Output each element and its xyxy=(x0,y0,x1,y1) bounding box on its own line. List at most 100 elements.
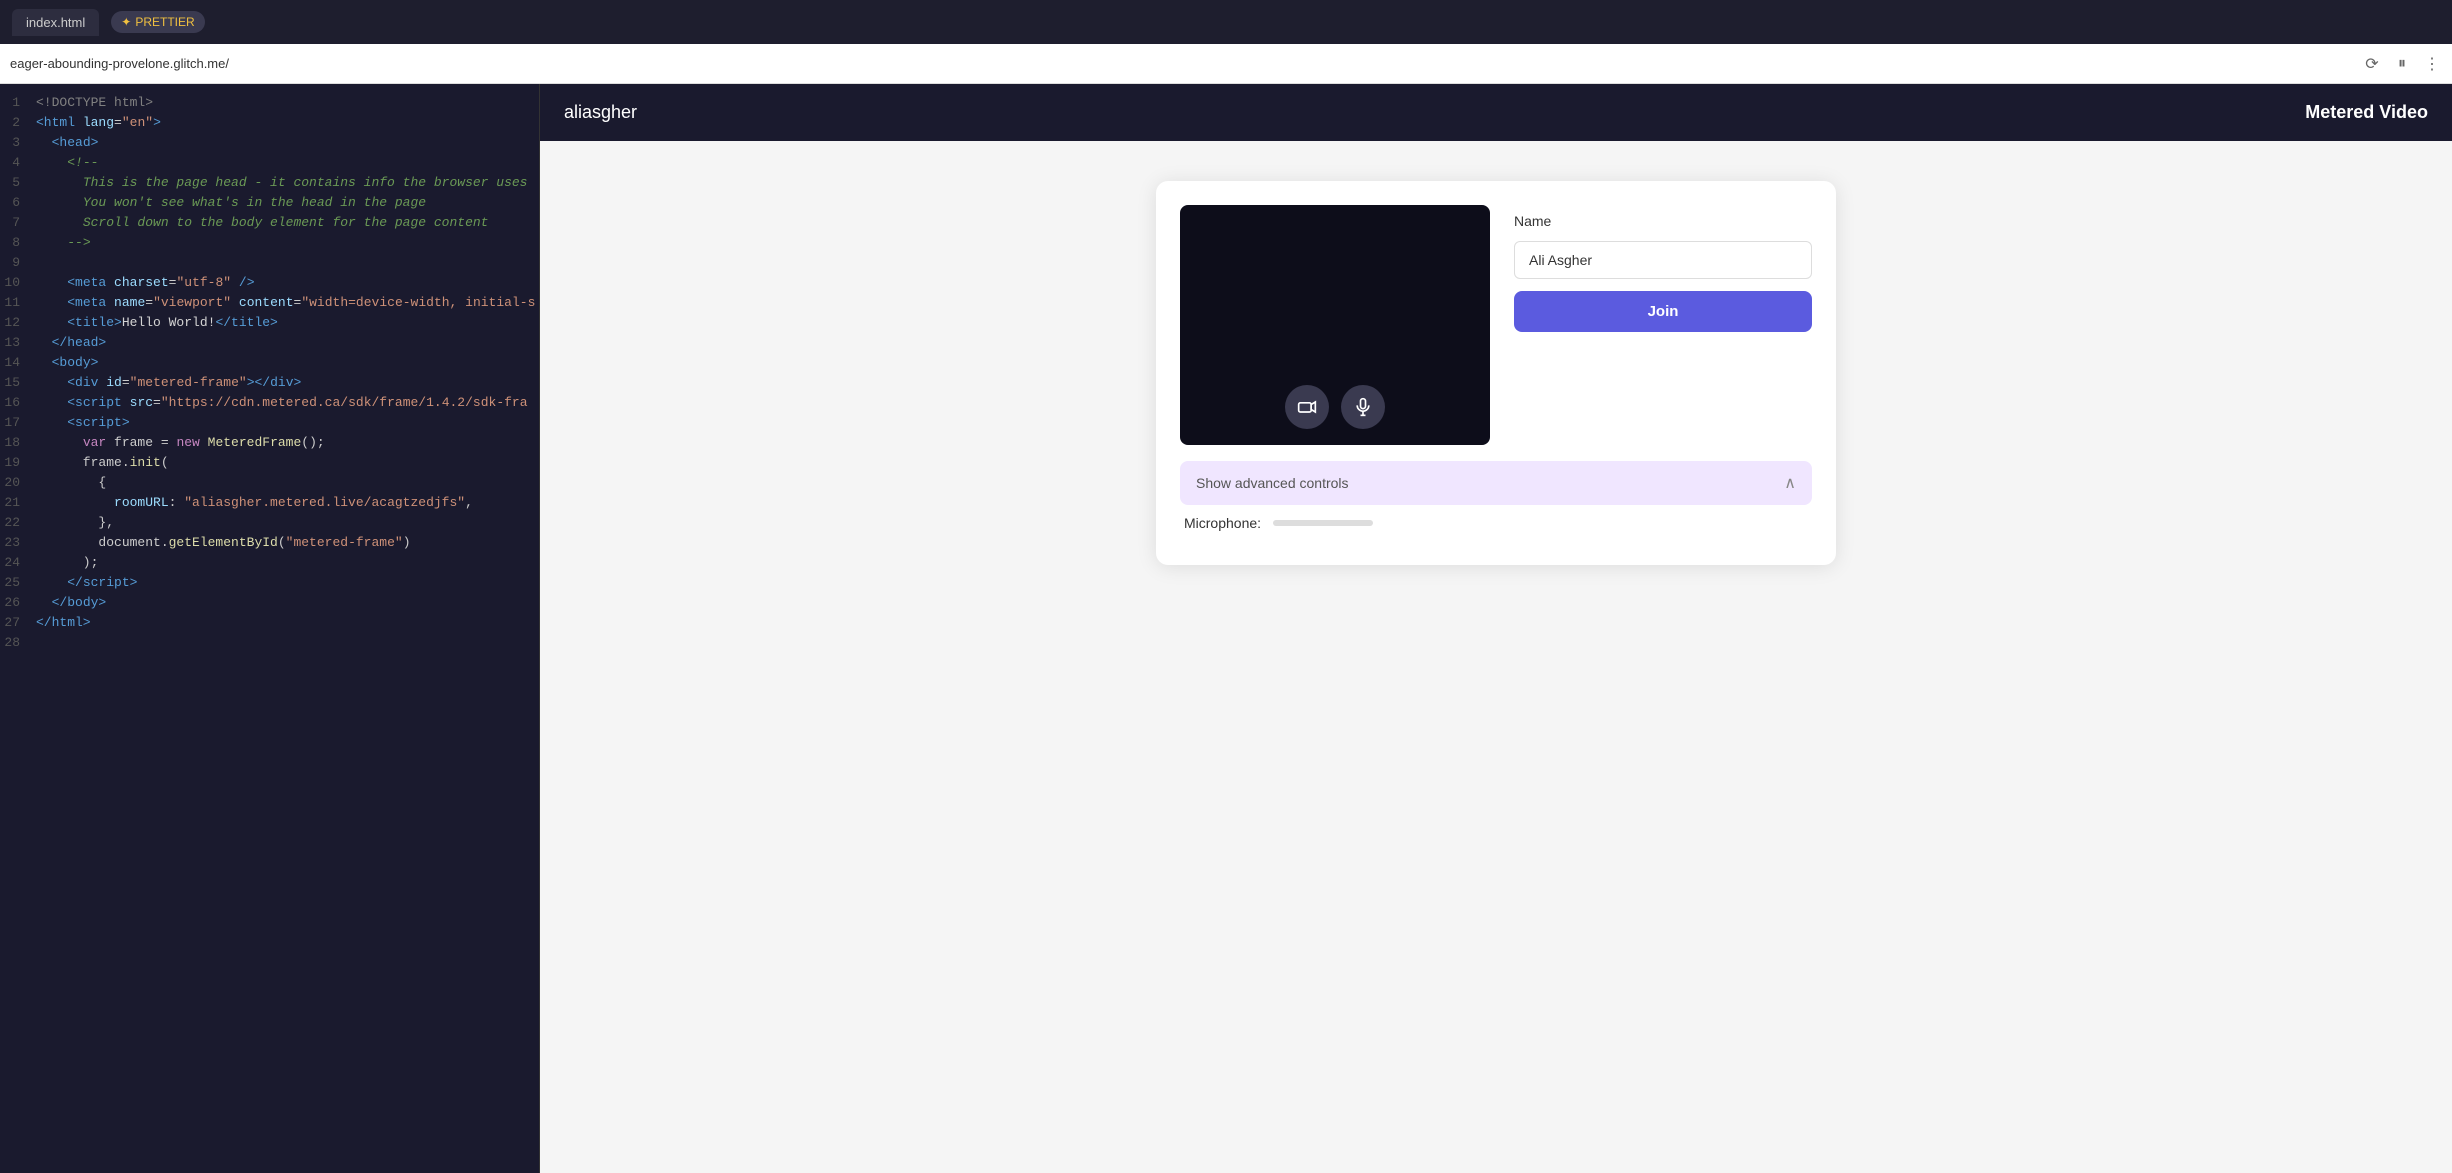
line-number: 18 xyxy=(0,435,36,453)
microphone-level-bar xyxy=(1273,520,1373,526)
line-content: ); xyxy=(36,555,98,573)
code-line: 25 </script> xyxy=(0,574,539,594)
content-area: Name Join Show advanced controls ∧ Micro… xyxy=(540,141,2452,1173)
code-line: 26 </body> xyxy=(0,594,539,614)
video-preview xyxy=(1180,205,1490,445)
line-content: <html lang="en"> xyxy=(36,115,161,133)
line-number: 27 xyxy=(0,615,36,633)
code-line: 17 <script> xyxy=(0,414,539,434)
code-line: 20 { xyxy=(0,474,539,494)
line-number: 15 xyxy=(0,375,36,393)
line-content: Scroll down to the body element for the … xyxy=(36,215,488,233)
line-number: 10 xyxy=(0,275,36,293)
advanced-section: Show advanced controls ∧ Microphone: xyxy=(1180,461,1812,541)
app-brand: aliasgher xyxy=(564,102,637,123)
prettier-label: PRETTIER xyxy=(135,15,194,29)
microphone-row: Microphone: xyxy=(1180,505,1812,541)
code-line: 7 Scroll down to the body element for th… xyxy=(0,214,539,234)
line-content: }, xyxy=(36,515,114,533)
code-line: 1<!DOCTYPE html> xyxy=(0,94,539,114)
url-input[interactable] xyxy=(10,56,2354,71)
app-header: aliasgher Metered Video xyxy=(540,84,2452,141)
refresh-icon[interactable]: ⟳ xyxy=(2362,54,2382,74)
line-number: 25 xyxy=(0,575,36,593)
code-line: 12 <title>Hello World!</title> xyxy=(0,314,539,334)
prettier-button[interactable]: ✦ PRETTIER xyxy=(111,11,204,33)
code-line: 8 --> xyxy=(0,234,539,254)
line-number: 1 xyxy=(0,95,36,113)
camera-icon xyxy=(1297,397,1317,417)
line-number: 4 xyxy=(0,155,36,173)
name-input[interactable] xyxy=(1514,241,1812,279)
line-number: 11 xyxy=(0,295,36,313)
line-content: <!DOCTYPE html> xyxy=(36,95,153,113)
code-line: 15 <div id="metered-frame"></div> xyxy=(0,374,539,394)
prettier-icon: ✦ xyxy=(121,15,131,29)
line-number: 19 xyxy=(0,455,36,473)
line-content: This is the page head - it contains info… xyxy=(36,175,528,193)
code-line: 16 <script src="https://cdn.metered.ca/s… xyxy=(0,394,539,414)
code-line: 5 This is the page head - it contains in… xyxy=(0,174,539,194)
microphone-toggle-button[interactable] xyxy=(1341,385,1385,429)
line-number: 14 xyxy=(0,355,36,373)
line-content: <div id="metered-frame"></div> xyxy=(36,375,301,393)
line-content: </body> xyxy=(36,595,106,613)
editor-tab[interactable]: index.html xyxy=(12,9,99,36)
code-line: 11 <meta name="viewport" content="width=… xyxy=(0,294,539,314)
pause-icon[interactable]: ⏸ xyxy=(2392,54,2412,74)
line-number: 23 xyxy=(0,535,36,553)
code-line: 9 xyxy=(0,254,539,274)
line-content: frame.init( xyxy=(36,455,169,473)
join-card: Name Join Show advanced controls ∧ Micro… xyxy=(1156,181,1836,565)
advanced-controls-toggle[interactable]: Show advanced controls ∧ xyxy=(1180,461,1812,505)
line-number: 12 xyxy=(0,315,36,333)
url-bar: ⟳ ⏸ ⋮ xyxy=(0,44,2452,84)
line-number: 20 xyxy=(0,475,36,493)
code-line: 10 <meta charset="utf-8" /> xyxy=(0,274,539,294)
more-icon[interactable]: ⋮ xyxy=(2422,54,2442,74)
top-bar: index.html ✦ PRETTIER xyxy=(0,0,2452,44)
line-content: roomURL: "aliasgher.metered.live/acagtze… xyxy=(36,495,473,513)
line-content: <meta charset="utf-8" /> xyxy=(36,275,255,293)
line-content: </head> xyxy=(36,335,106,353)
line-number: 16 xyxy=(0,395,36,413)
code-line: 3 <head> xyxy=(0,134,539,154)
line-number: 22 xyxy=(0,515,36,533)
code-line: 23 document.getElementById("metered-fram… xyxy=(0,534,539,554)
line-content: <!-- xyxy=(36,155,98,173)
join-button[interactable]: Join xyxy=(1514,291,1812,332)
code-line: 14 <body> xyxy=(0,354,539,374)
code-line: 6 You won't see what's in the head in th… xyxy=(0,194,539,214)
microphone-label: Microphone: xyxy=(1184,515,1261,531)
line-content: document.getElementById("metered-frame") xyxy=(36,535,411,553)
line-number: 28 xyxy=(0,635,36,653)
line-number: 17 xyxy=(0,415,36,433)
code-line: 27</html> xyxy=(0,614,539,634)
line-number: 24 xyxy=(0,555,36,573)
code-line: 2<html lang="en"> xyxy=(0,114,539,134)
line-content: </html> xyxy=(36,615,91,633)
line-number: 8 xyxy=(0,235,36,253)
line-number: 9 xyxy=(0,255,36,273)
join-form: Name Join xyxy=(1514,205,1812,332)
microphone-icon xyxy=(1353,397,1373,417)
code-line: 21 roomURL: "aliasgher.metered.live/acag… xyxy=(0,494,539,514)
line-number: 13 xyxy=(0,335,36,353)
line-content: <head> xyxy=(36,135,98,153)
line-content: </script> xyxy=(36,575,137,593)
code-line: 4 <!-- xyxy=(0,154,539,174)
preview-panel: aliasgher Metered Video xyxy=(540,84,2452,1173)
line-number: 2 xyxy=(0,115,36,133)
code-editor: 1<!DOCTYPE html>2<html lang="en">3 <head… xyxy=(0,84,540,1173)
line-content: <body> xyxy=(36,355,98,373)
camera-toggle-button[interactable] xyxy=(1285,385,1329,429)
url-icons: ⟳ ⏸ ⋮ xyxy=(2362,54,2442,74)
code-line: 28 xyxy=(0,634,539,654)
code-line: 13 </head> xyxy=(0,334,539,354)
line-number: 5 xyxy=(0,175,36,193)
join-card-inner: Name Join xyxy=(1180,205,1812,445)
line-number: 26 xyxy=(0,595,36,613)
app-title: Metered Video xyxy=(2305,102,2428,123)
line-content: <title>Hello World!</title> xyxy=(36,315,278,333)
code-line: 18 var frame = new MeteredFrame(); xyxy=(0,434,539,454)
